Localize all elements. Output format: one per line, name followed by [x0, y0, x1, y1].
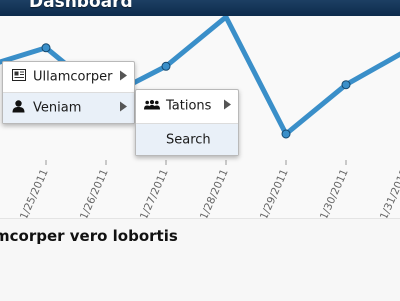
- subtitle-panel: mcorper vero lobortis: [0, 218, 400, 301]
- x-axis-tick-label: 1/31/2011: [378, 167, 400, 218]
- submenu-item-search[interactable]: Search: [136, 124, 238, 155]
- menu-item-ullamcorper[interactable]: Ullamcorper: [3, 62, 134, 92]
- context-menu: Ullamcorper Veniam: [2, 61, 135, 124]
- x-axis-tick-label: 1/28/2011: [198, 167, 231, 218]
- data-point[interactable]: [281, 129, 291, 139]
- menu-item-veniam[interactable]: Veniam: [3, 93, 134, 123]
- user-icon: [12, 100, 25, 117]
- menu-item-label: Ullamcorper: [33, 69, 113, 85]
- x-axis-tick-label: 1/29/2011: [258, 167, 291, 218]
- chevron-right-icon: [120, 101, 127, 116]
- section-subtitle: mcorper vero lobortis: [0, 227, 178, 245]
- x-axis-tick-label: 1/26/2011: [78, 167, 111, 218]
- group-icon: [144, 99, 160, 114]
- data-point[interactable]: [341, 80, 351, 90]
- submenu-item-label: Tations: [166, 98, 212, 114]
- app-header: Dashboard: [0, 0, 400, 16]
- submenu: Tations Search: [135, 89, 239, 156]
- newspaper-icon: [12, 69, 26, 85]
- data-point[interactable]: [41, 43, 51, 53]
- x-axis-tick-label: 1/27/2011: [138, 167, 171, 218]
- chevron-right-icon: [224, 99, 231, 114]
- data-point[interactable]: [161, 61, 171, 71]
- x-axis-tick-label: 1/30/2011: [318, 167, 351, 218]
- x-axis-tick-label: 1/25/2011: [18, 167, 51, 218]
- page-title: Dashboard: [29, 0, 133, 12]
- submenu-item-tations[interactable]: Tations: [136, 90, 238, 122]
- menu-item-label: Veniam: [33, 100, 82, 116]
- chevron-right-icon: [120, 70, 127, 85]
- submenu-item-label: Search: [166, 132, 211, 147]
